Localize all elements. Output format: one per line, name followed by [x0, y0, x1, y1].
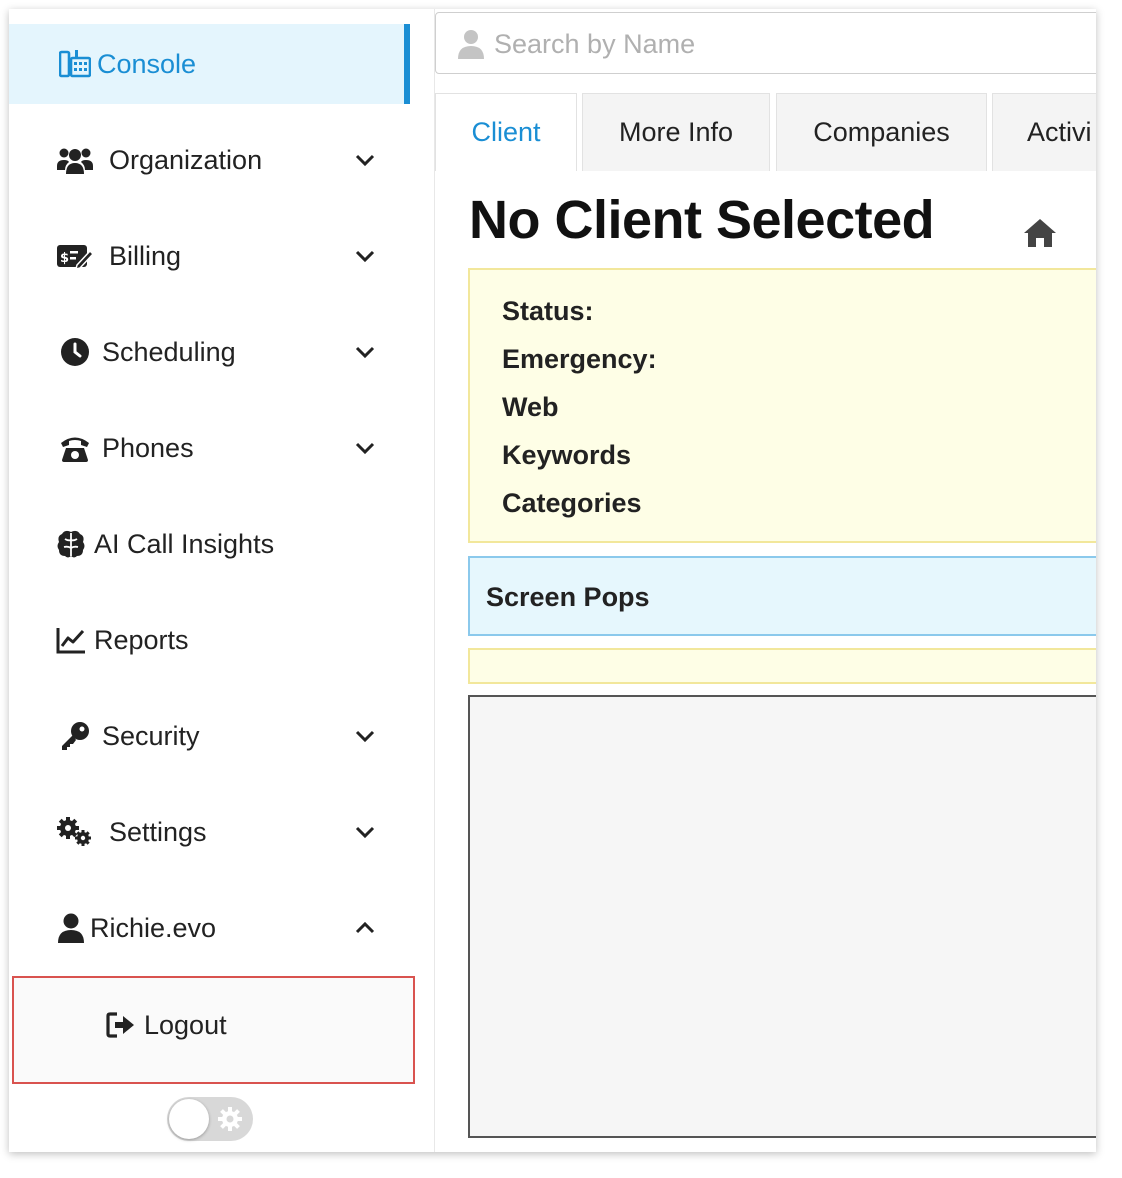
client-info-panel: Status: Emergency: Web Keywords Categori… [468, 268, 1096, 543]
sidebar-item-reports[interactable]: Reports [9, 600, 409, 680]
screen-pops-panel[interactable]: Screen Pops [468, 556, 1096, 636]
logout-highlight: Logout [12, 976, 415, 1084]
chevron-down-icon[interactable] [354, 437, 376, 459]
sidebar-item-label: Reports [94, 624, 189, 655]
tab-label: More Info [618, 117, 734, 147]
svg-text:$: $ [60, 251, 69, 266]
sidebar: Console Organization $ Billing Schedulin… [9, 9, 419, 1152]
notes-bar [468, 648, 1096, 684]
users-icon [57, 142, 93, 178]
search-box [435, 12, 1096, 74]
app-window: Console Organization $ Billing Schedulin… [9, 9, 1096, 1152]
user-search-icon [458, 30, 484, 59]
sidebar-item-settings[interactable]: Settings [9, 792, 409, 872]
sidebar-item-label: Billing [109, 240, 182, 271]
phone-icon [57, 430, 93, 466]
chevron-up-icon[interactable] [354, 917, 376, 939]
chart-line-icon [53, 622, 89, 658]
search-input[interactable] [492, 23, 1096, 65]
tab-companies[interactable]: Companies [776, 93, 987, 171]
logout-label: Logout [144, 1010, 227, 1040]
chevron-down-icon[interactable] [354, 341, 376, 363]
tab-activity[interactable]: Activi [992, 93, 1096, 171]
brain-icon [53, 526, 89, 562]
sidebar-item-organization[interactable]: Organization [9, 120, 409, 200]
tab-label: Companies [813, 117, 950, 147]
tab-client[interactable]: Client [435, 93, 577, 171]
chevron-down-icon[interactable] [354, 725, 376, 747]
money-check-icon: $ [57, 238, 93, 274]
sidebar-item-ai-call-insights[interactable]: AI Call Insights [9, 504, 409, 584]
sidebar-divider [434, 9, 435, 1152]
active-indicator [404, 24, 410, 104]
sidebar-item-label: Console [97, 48, 197, 79]
status-label: Status: [502, 296, 594, 326]
emergency-label: Emergency: [502, 344, 657, 374]
sidebar-item-label: Settings [109, 816, 207, 847]
sidebar-item-label: Organization [109, 144, 263, 175]
tab-more-info[interactable]: More Info [582, 93, 770, 171]
web-label: Web [502, 392, 559, 422]
sidebar-item-label: Security [102, 720, 200, 751]
home-icon[interactable] [1023, 217, 1057, 249]
keywords-label: Keywords [502, 440, 632, 470]
toggle-knob [169, 1099, 209, 1139]
user-icon [53, 910, 89, 946]
categories-label: Categories [502, 488, 642, 518]
gear-icon [218, 1107, 242, 1131]
sidebar-item-scheduling[interactable]: Scheduling [9, 312, 409, 392]
key-icon [57, 718, 93, 754]
sign-out-icon [106, 1011, 138, 1041]
content-frame [468, 695, 1096, 1138]
sidebar-item-user[interactable]: Richie.evo [9, 888, 409, 968]
console-icon [57, 46, 93, 82]
chevron-down-icon[interactable] [354, 245, 376, 267]
tab-label: Activi [1027, 117, 1092, 147]
logout-button[interactable]: Logout [14, 978, 413, 1082]
sidebar-item-label: AI Call Insights [94, 528, 275, 559]
gears-icon [57, 814, 93, 850]
screen-pops-label: Screen Pops [486, 582, 650, 612]
chevron-down-icon[interactable] [354, 149, 376, 171]
sidebar-item-billing[interactable]: $ Billing [9, 216, 409, 296]
sidebar-item-label: Phones [102, 432, 194, 463]
sidebar-item-label: Scheduling [102, 336, 236, 367]
clock-icon [57, 334, 93, 370]
sidebar-item-phones[interactable]: Phones [9, 408, 409, 488]
page-title: No Client Selected [469, 190, 935, 250]
chevron-down-icon[interactable] [354, 821, 376, 843]
tab-label: Client [471, 117, 541, 147]
sidebar-item-label: Richie.evo [90, 912, 217, 943]
sidebar-item-console[interactable]: Console [9, 24, 409, 104]
sidebar-item-security[interactable]: Security [9, 696, 409, 776]
theme-toggle[interactable] [167, 1097, 253, 1141]
